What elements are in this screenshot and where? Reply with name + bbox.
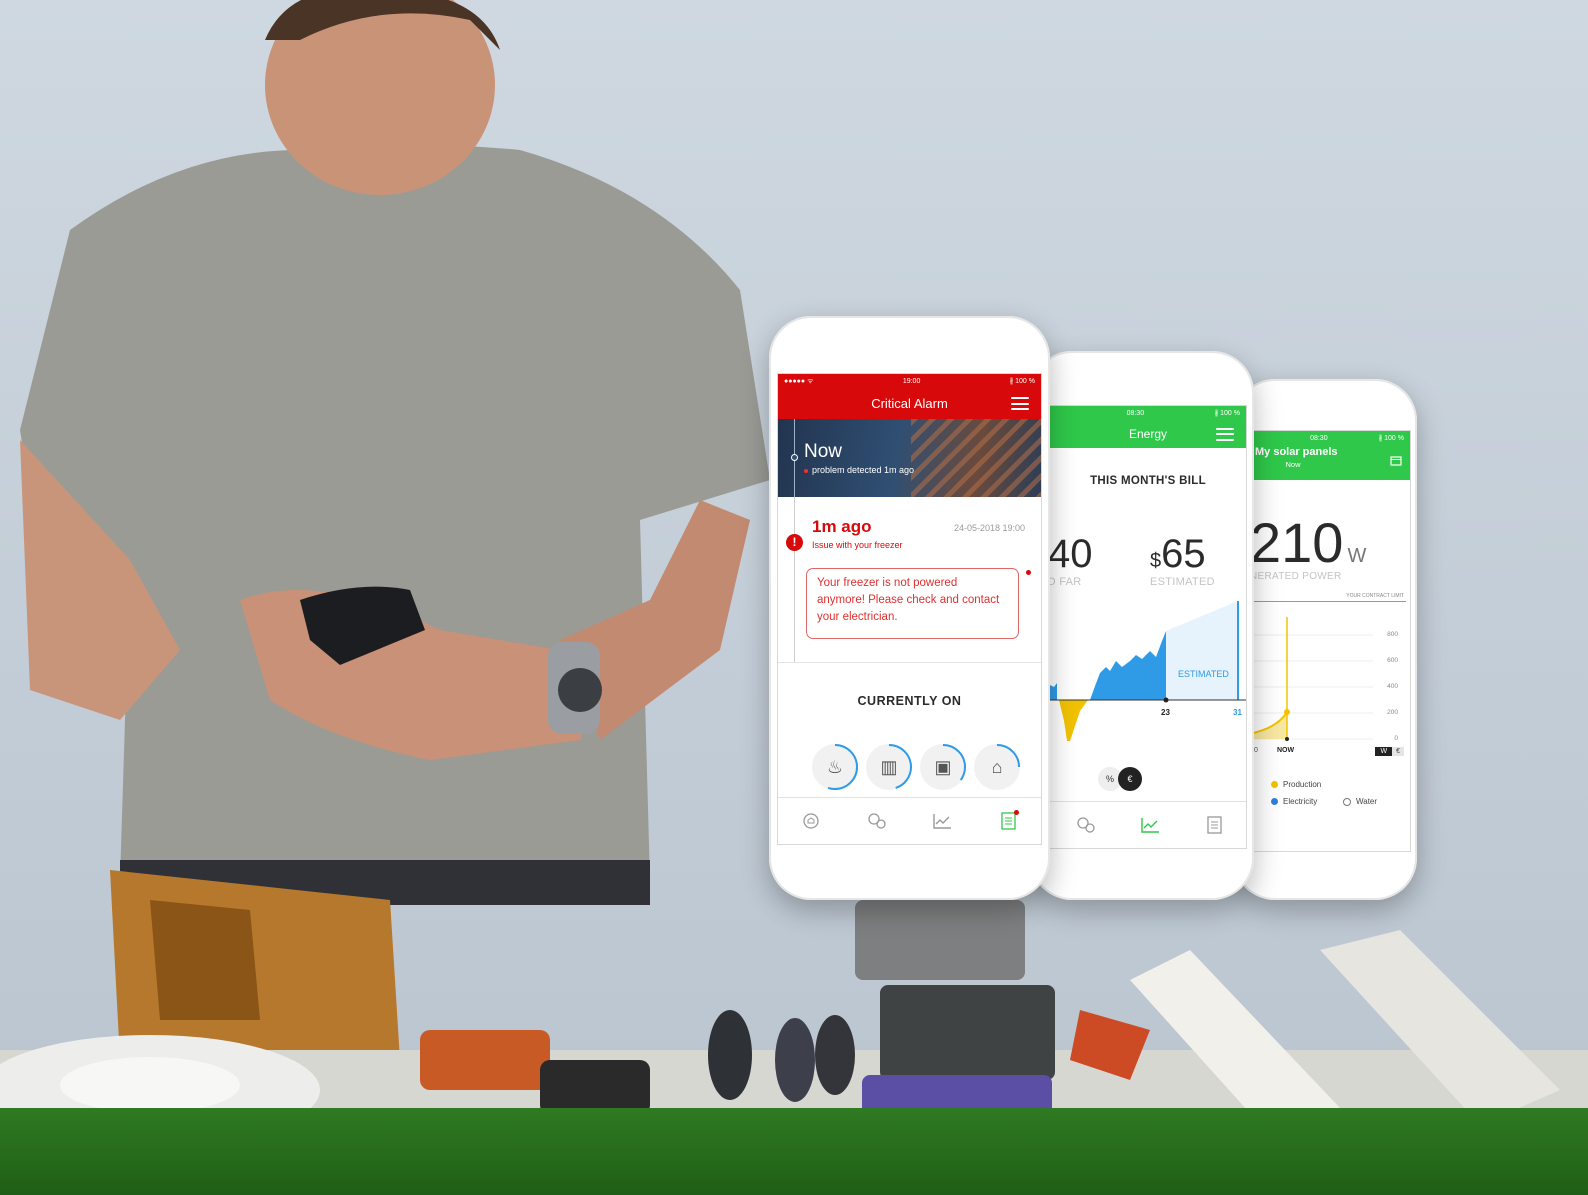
tab-chart[interactable] [931, 810, 953, 832]
appliance-list: ♨ ▥ ▣ ⌂ [812, 744, 1020, 790]
day-marker-end: 31 [1233, 708, 1242, 717]
status-bar: 08:30 ∦ 100 % [1253, 431, 1410, 445]
x-axis-now: NOW [1277, 747, 1295, 754]
x-axis-start: 0 [1254, 747, 1258, 754]
phone-energy: 08:30 ∦ 100 % Energy THIS MONTH'S BILL 4… [1030, 351, 1254, 900]
chart-estimated-label: ESTIMATED [1178, 669, 1229, 679]
so-far-value: 40 [1050, 532, 1093, 576]
status-bar: ●●●●● ᯤ 19:00 ∦ 100 % [778, 374, 1041, 388]
status-time: 08:30 [1310, 434, 1328, 442]
page-title: Critical Alarm [871, 396, 948, 411]
currency-toggle-button[interactable]: € [1118, 767, 1142, 791]
tab-devices[interactable] [1075, 814, 1097, 836]
day-marker-now: 23 [1161, 708, 1170, 717]
menu-icon[interactable] [1011, 397, 1029, 410]
solar-panels-screen: 08:30 ∦ 100 % My solar panels Now 210 W N… [1253, 430, 1411, 852]
appliance-radiator[interactable]: ▥ [866, 744, 912, 790]
alert-icon: ! [786, 534, 803, 551]
value-toggle[interactable]: % € [1098, 767, 1142, 791]
devices-icon [1077, 817, 1095, 833]
status-time: 08:30 [1126, 409, 1145, 417]
calendar-icon[interactable] [1390, 453, 1402, 471]
bill-title: THIS MONTH'S BILL [1090, 475, 1206, 487]
chart-icon [933, 814, 952, 829]
home-icon [803, 813, 819, 829]
menu-icon[interactable] [1216, 427, 1234, 441]
status-bar: 08:30 ∦ 100 % [1050, 406, 1246, 420]
power-unit: W [1347, 545, 1367, 567]
page-subtitle: Now [1285, 460, 1301, 469]
legend-dot-water [1343, 797, 1351, 806]
alarm-issue: Issue with your freezer [812, 540, 903, 550]
energy-app-bar: Energy [1050, 420, 1246, 448]
now-hero-banner: Now problem detected 1m ago [778, 419, 1041, 497]
critical-alarm-screen: ●●●●● ᯤ 19:00 ∦ 100 % Critical Alarm Now… [777, 373, 1042, 845]
solar-app-bar: My solar panels Now [1253, 445, 1410, 480]
legend-dot-production [1271, 781, 1278, 788]
unit-w-button[interactable]: W [1375, 747, 1393, 756]
hero-title: Now [804, 441, 843, 462]
unit-euro-button[interactable]: € [1392, 747, 1404, 756]
tab-home[interactable] [800, 810, 822, 832]
footer-green-band [0, 1108, 1588, 1195]
estimated-value: $65 [1150, 532, 1206, 576]
contract-limit-label: YOUR CONTRACT LIMIT [1346, 593, 1404, 599]
appliance-washer[interactable]: ▣ [920, 744, 966, 790]
status-time: 19:00 [902, 377, 921, 385]
energy-screen: 08:30 ∦ 100 % Energy THIS MONTH'S BILL 4… [1050, 405, 1247, 849]
alarm-card[interactable]: ! 1m ago 24-05-2018 19:00 Issue with you… [778, 497, 1041, 663]
tab-report[interactable] [997, 810, 1020, 832]
status-battery: ∦ 100 % [1214, 410, 1240, 417]
currently-on-section: CURRENTLY ON ♨ ▥ ▣ ⌂ [778, 663, 1041, 799]
estimated-currency: $ [1150, 550, 1162, 572]
legend-production: Production [1271, 780, 1321, 789]
hero-subtitle: problem detected 1m ago [804, 465, 914, 475]
report-icon [1207, 816, 1222, 834]
so-far-label: O FAR [1050, 576, 1082, 588]
status-battery: ∦ 100 % [1378, 435, 1404, 442]
page-title: My solar panels [1255, 446, 1338, 458]
currently-on-title: CURRENTLY ON [857, 694, 962, 708]
page-title: Energy [1128, 427, 1168, 441]
tab-report[interactable] [1203, 814, 1225, 836]
hero-scene: 08:30 ∦ 100 % My solar panels Now 210 W N… [0, 0, 1588, 1195]
unit-toggle[interactable]: W € [1375, 747, 1404, 756]
appliance-kettle[interactable]: ♨ [812, 744, 858, 790]
legend-water: Water [1343, 797, 1377, 806]
y-axis-ticks: 800 600 400 200 0 [1387, 631, 1398, 742]
tab-bar [778, 797, 1041, 844]
alarm-date: 24-05-2018 19:00 [953, 523, 1025, 533]
alarm-time-ago: 1m ago [812, 517, 872, 536]
timeline-dot [791, 454, 798, 461]
phone-solar-panels: 08:30 ∦ 100 % My solar panels Now 210 W N… [1233, 379, 1417, 900]
unread-dot [1026, 570, 1031, 575]
legend-electricity: Electricity [1271, 797, 1317, 806]
tab-chart[interactable] [1139, 814, 1161, 836]
tab-devices[interactable] [866, 810, 888, 832]
chart-icon [1141, 818, 1159, 833]
tab-bar [1050, 801, 1246, 848]
appliance-heater[interactable]: ⌂ [974, 744, 1020, 790]
phone-critical-alarm: ●●●●● ᯤ 19:00 ∦ 100 % Critical Alarm Now… [769, 316, 1050, 900]
power-label: NERATED POWER [1253, 571, 1342, 582]
status-signal: ●●●●● ᯤ [784, 377, 814, 385]
alarm-message: Your freezer is not powered anymore! Ple… [806, 568, 1019, 639]
estimated-label: ESTIMATED [1150, 576, 1215, 588]
alarm-app-bar: Critical Alarm [778, 388, 1041, 419]
legend-dot-electricity [1271, 798, 1278, 805]
devices-icon [867, 813, 886, 829]
notification-badge [1014, 810, 1020, 815]
status-battery: ∦ 100 % [1009, 378, 1035, 385]
